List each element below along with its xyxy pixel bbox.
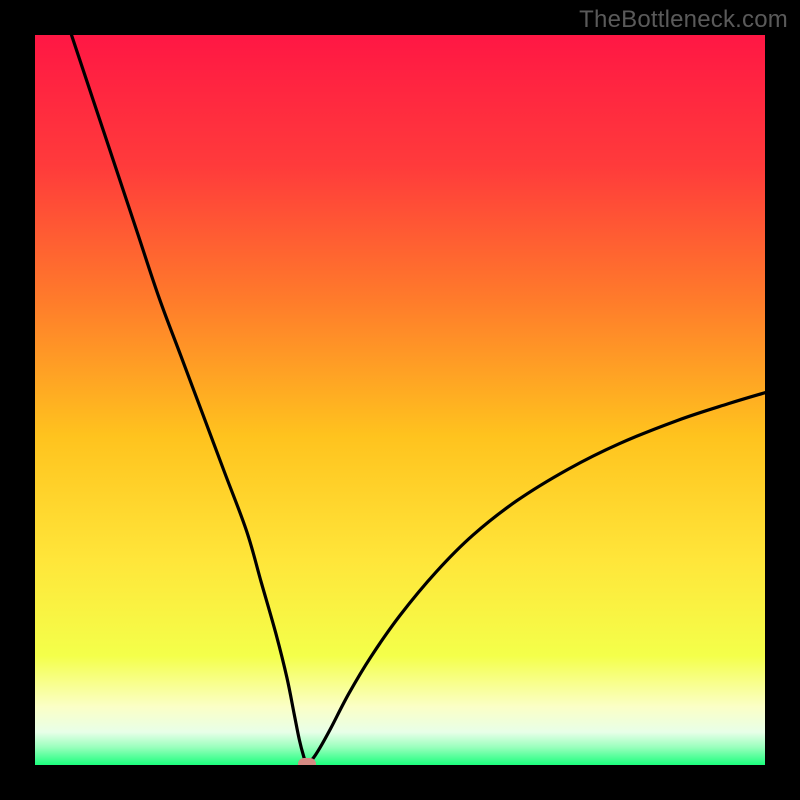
watermark-text: TheBottleneck.com <box>579 6 788 34</box>
minimum-marker <box>298 758 316 765</box>
chart-frame: TheBottleneck.com <box>0 0 800 800</box>
plot-area <box>35 35 765 765</box>
bottleneck-curve <box>35 35 765 765</box>
